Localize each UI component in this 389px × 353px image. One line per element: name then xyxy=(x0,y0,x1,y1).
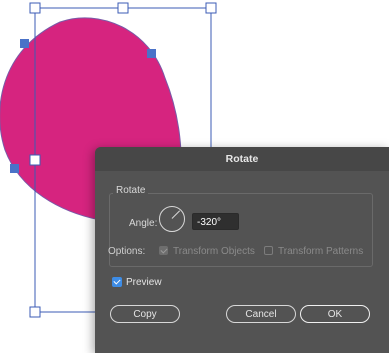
preview-label: Preview xyxy=(126,277,162,288)
dialog-title: Rotate xyxy=(95,147,389,171)
handle-top-middle[interactable] xyxy=(117,2,129,14)
angle-input[interactable]: -320° xyxy=(192,213,239,230)
options-label: Options: xyxy=(108,246,146,257)
rotate-group-label: Rotate xyxy=(113,185,149,196)
handle-top-left[interactable] xyxy=(29,2,41,14)
copy-button[interactable]: Copy xyxy=(110,305,180,323)
handle-bottom-left[interactable] xyxy=(29,306,41,318)
preview-checkbox[interactable] xyxy=(112,277,122,287)
handle-top-right[interactable] xyxy=(205,2,217,14)
anchor-point[interactable] xyxy=(10,164,19,173)
transform-objects-label: Transform Objects xyxy=(173,246,255,257)
angle-dial-icon[interactable] xyxy=(159,206,185,232)
rotate-dialog: Rotate Rotate Angle: -320° Options: Tran… xyxy=(95,147,389,353)
ok-button[interactable]: OK xyxy=(300,305,370,323)
cancel-button[interactable]: Cancel xyxy=(226,305,296,323)
handle-middle-left[interactable] xyxy=(29,154,41,166)
anchor-point[interactable] xyxy=(20,39,29,48)
transform-objects-checkbox[interactable] xyxy=(159,246,168,255)
anchor-point[interactable] xyxy=(147,49,156,58)
angle-label: Angle: xyxy=(129,218,158,229)
transform-patterns-checkbox[interactable] xyxy=(264,246,273,255)
transform-patterns-label: Transform Patterns xyxy=(278,246,364,257)
